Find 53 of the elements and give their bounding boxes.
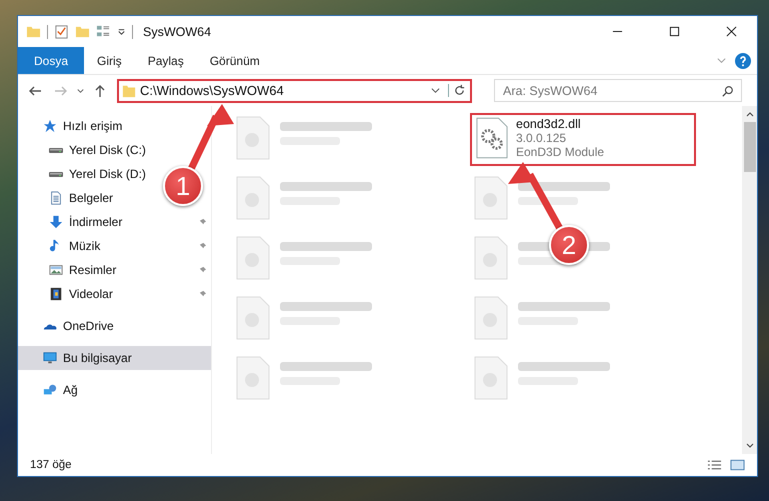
pin-icon	[198, 266, 207, 274]
back-icon[interactable]	[28, 84, 42, 98]
nav-item[interactable]: Ağ	[18, 378, 211, 402]
pin-icon	[198, 242, 207, 250]
file-detail: 3.0.0.125	[516, 131, 568, 145]
view-icon	[96, 24, 111, 39]
film-icon	[49, 287, 63, 301]
up-icon[interactable]	[93, 84, 107, 98]
down-arrow-icon	[49, 215, 63, 229]
folder-icon	[26, 24, 41, 39]
properties-icon	[54, 24, 69, 39]
star-icon	[43, 119, 57, 133]
item-count: 137 öğe	[30, 459, 72, 471]
close-icon[interactable]	[726, 26, 737, 37]
search-field[interactable]: Ara: SysWOW64	[494, 79, 742, 102]
search-icon	[722, 85, 734, 97]
picture-icon	[49, 263, 63, 277]
scroll-thumb[interactable]	[744, 122, 756, 172]
ribbon-tab[interactable]: Görünüm	[196, 47, 273, 74]
customize-caret-icon[interactable]	[117, 27, 126, 36]
details-view-icon[interactable]	[707, 459, 722, 471]
ribbon-tab[interactable]: Dosya	[18, 47, 84, 74]
nav-item[interactable]: Hızlı erişim	[18, 114, 211, 138]
drive-icon	[49, 172, 63, 176]
document-icon	[49, 191, 63, 205]
nav-item[interactable]: İndirmeler	[18, 210, 211, 234]
nav-item[interactable]: Bu bilgisayar	[18, 346, 211, 370]
pin-icon	[198, 290, 207, 298]
dropdown-caret-icon[interactable]	[431, 86, 440, 95]
nav-item[interactable]: Yerel Disk (C:)	[18, 138, 211, 162]
file-name: eond3d2.dll	[516, 117, 582, 131]
ribbon-tab[interactable]: Giriş	[84, 47, 135, 74]
help-icon[interactable]	[735, 52, 751, 68]
file-detail: EonD3D Module	[516, 145, 604, 159]
ribbon-tab[interactable]: Paylaş	[134, 47, 197, 74]
address-bar[interactable]: C:\Windows\SysWOW64	[117, 78, 472, 102]
network-icon	[43, 383, 57, 397]
pin-icon	[198, 218, 207, 226]
monitor-icon	[43, 351, 57, 365]
large-icons-view-icon[interactable]	[730, 459, 745, 471]
maximize-icon[interactable]	[669, 26, 680, 37]
scrollbar[interactable]	[742, 106, 757, 454]
nav-item[interactable]: Resimler	[18, 258, 211, 282]
nav-item[interactable]: Videolar	[18, 282, 211, 306]
settings-file-icon	[476, 117, 508, 159]
file-item[interactable]: eond3d2.dll 3.0.0.125 EonD3D Module	[470, 113, 696, 166]
address-path: C:\Windows\SysWOW64	[140, 83, 284, 98]
nav-item[interactable]: OneDrive	[18, 314, 211, 338]
window-title: SysWOW64	[143, 24, 212, 38]
drive-icon	[49, 148, 63, 152]
nav-item[interactable]: Müzik	[18, 234, 211, 258]
new-folder-icon	[75, 24, 90, 39]
folder-icon	[122, 84, 136, 98]
